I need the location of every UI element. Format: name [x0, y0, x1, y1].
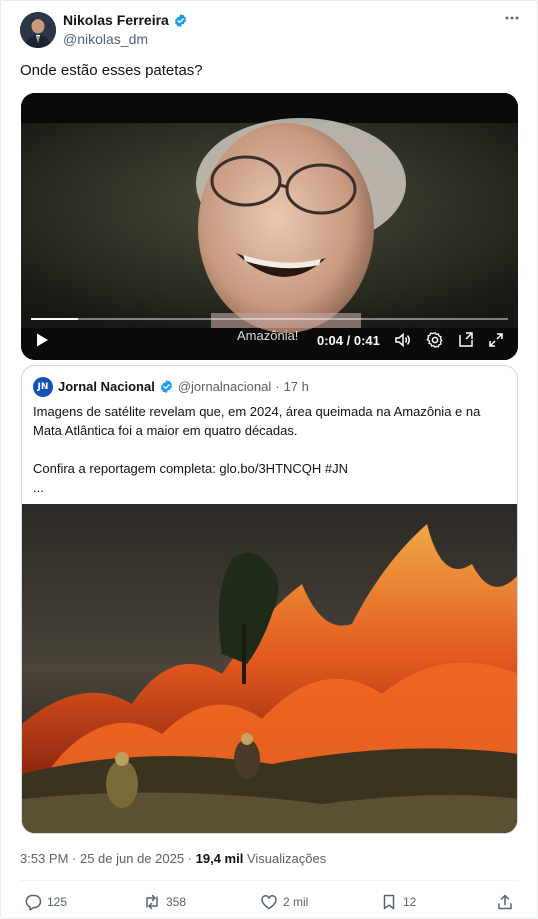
tweet-meta: 3:53 PM · 25 de jun de 2025 · 19,4 mil V… [20, 851, 326, 866]
video-progress-fill [31, 318, 78, 320]
quoted-tweet[interactable]: JN Jornal Nacional @jornalnacional · 17 … [21, 365, 518, 834]
quoted-tweet-text: Imagens de satélite revelam que, em 2024… [33, 402, 503, 497]
video-progress-bar[interactable] [31, 318, 508, 320]
heart-icon [261, 895, 277, 910]
reply-button[interactable]: 125 [24, 893, 67, 911]
picture-in-picture-icon [459, 332, 473, 347]
reply-count: 125 [47, 895, 68, 909]
verified-badge-icon [160, 379, 172, 394]
quoted-author-handle[interactable]: @jornalnacional [178, 379, 271, 394]
author-avatar[interactable] [20, 12, 56, 48]
quoted-time-separator: · [275, 379, 280, 394]
bookmark-count: 12 [403, 895, 417, 909]
settings-button[interactable] [426, 331, 444, 349]
author-name[interactable]: Nikolas Ferreira [63, 12, 169, 28]
quoted-tweet-time[interactable]: 17 h [284, 379, 309, 394]
tweet-timestamp[interactable]: 3:53 PM · 25 de jun de 2025 · [20, 851, 192, 866]
more-options-button[interactable] [504, 10, 520, 31]
views-label: Visualizações [246, 851, 327, 866]
repost-button[interactable]: 358 [143, 893, 186, 911]
action-bar: 125 358 2 mil 12 [0, 893, 538, 917]
quoted-text-line: Imagens de satélite revelam que, em 2024… [33, 404, 481, 438]
like-button[interactable]: 2 mil [260, 893, 308, 911]
quoted-tweet-image[interactable] [22, 504, 518, 834]
quoted-text-ellipsis: ... [33, 480, 44, 495]
bookmark-icon [383, 894, 395, 910]
quoted-author-name[interactable]: Jornal Nacional [58, 379, 155, 394]
author-handle[interactable]: @nikolas_dm [63, 31, 148, 47]
views-count: 19,4 mil [195, 851, 244, 866]
bookmark-button[interactable]: 12 [380, 893, 416, 911]
verified-badge-icon [174, 13, 186, 27]
quoted-author-avatar[interactable]: JN [33, 377, 53, 397]
play-icon [37, 333, 48, 347]
quoted-tweet-header: Jornal Nacional @jornalnacional · 17 h [58, 379, 309, 394]
tweet-text: Onde estão esses patetas? [20, 62, 203, 79]
volume-icon [395, 332, 410, 348]
author-name-row[interactable]: Nikolas Ferreira [63, 12, 188, 28]
volume-button[interactable] [394, 331, 412, 349]
like-count: 2 mil [283, 895, 309, 909]
fullscreen-icon [489, 333, 503, 347]
fullscreen-button[interactable] [487, 331, 505, 349]
settings-icon [426, 332, 443, 349]
repost-count: 358 [166, 895, 187, 909]
video-player[interactable]: Amazônia! 0:04 / 0:41 [21, 93, 518, 360]
video-caption: Amazônia! [237, 328, 299, 343]
share-icon [498, 894, 512, 910]
divider [20, 880, 518, 881]
play-button[interactable] [33, 331, 51, 349]
video-time: 0:04 / 0:41 [317, 333, 380, 348]
more-horizontal-icon [505, 16, 519, 20]
picture-in-picture-button[interactable] [457, 331, 475, 349]
repost-icon [146, 894, 158, 910]
share-button[interactable] [496, 893, 514, 911]
quoted-text-line: Confira a reportagem completa: glo.bo/3H… [33, 461, 349, 476]
reply-icon [25, 894, 42, 911]
